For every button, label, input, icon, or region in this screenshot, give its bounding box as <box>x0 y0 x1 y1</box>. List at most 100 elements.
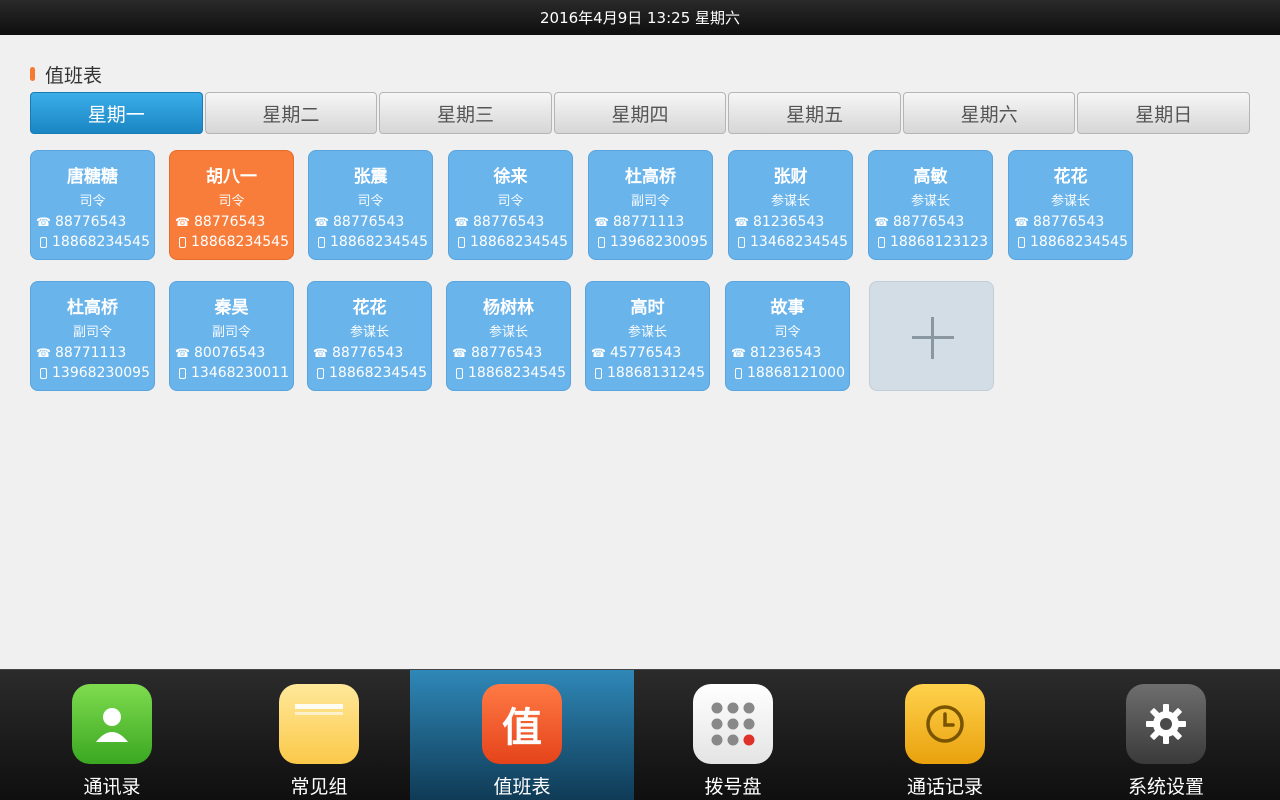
mobile-icon <box>595 367 602 379</box>
dock-groups[interactable]: 常见组 <box>207 670 431 800</box>
card-phone-line: ☎ 80076543 <box>175 345 265 361</box>
phone-icon: ☎ <box>454 215 469 229</box>
duty-card[interactable]: 杜高桥 副司令 ☎ 88771113 13968230095 <box>30 281 155 391</box>
dock-duty[interactable]: 值 值班表 <box>410 670 634 800</box>
card-mobile: 18868234545 <box>468 365 566 381</box>
duty-card[interactable]: 徐来 司令 ☎ 88776543 18868234545 <box>448 150 573 260</box>
card-phone: 81236543 <box>750 345 822 361</box>
clock-icon <box>905 684 985 764</box>
card-role: 副司令 <box>211 325 251 340</box>
mobile-icon <box>317 367 324 379</box>
dock-settings[interactable]: 系统设置 <box>1054 670 1278 800</box>
mobile-icon <box>735 367 742 379</box>
card-role: 司令 <box>497 194 524 209</box>
phone-icon: ☎ <box>594 215 609 229</box>
mobile-icon <box>738 236 745 248</box>
card-name: 花花 <box>1053 167 1088 187</box>
dock-call-history[interactable]: 通话记录 <box>833 670 1057 800</box>
card-mobile-line: 18868234545 <box>452 365 566 381</box>
mobile-icon <box>179 236 186 248</box>
plus-icon <box>931 317 934 359</box>
card-name: 高时 <box>630 298 665 318</box>
duty-card[interactable]: 张震 司令 ☎ 88776543 18868234545 <box>308 150 433 260</box>
card-role: 参谋长 <box>488 325 528 340</box>
page-title: 值班表 <box>45 64 103 87</box>
card-mobile: 18868121000 <box>747 365 845 381</box>
card-phone: 80076543 <box>194 345 266 361</box>
card-phone-line: ☎ 88776543 <box>452 345 542 361</box>
card-name: 杨树林 <box>483 298 534 318</box>
mobile-icon <box>318 236 325 248</box>
card-mobile-line: 18868131245 <box>591 365 705 381</box>
tab-wednesday[interactable]: 星期三 <box>379 92 552 134</box>
dock-dialpad[interactable]: 拨号盘 <box>621 670 845 800</box>
duty-card[interactable]: 高敏 参谋长 ☎ 88776543 18868123123 <box>868 150 993 260</box>
mobile-icon <box>598 236 605 248</box>
card-role: 参谋长 <box>627 325 667 340</box>
card-role: 副司令 <box>72 325 112 340</box>
card-phone-line: ☎ 88771113 <box>594 214 684 230</box>
card-phone-line: ☎ 88776543 <box>874 214 964 230</box>
duty-card[interactable]: 唐糖糖 司令 ☎ 88776543 18868234545 <box>30 150 155 260</box>
card-mobile: 18868234545 <box>470 234 568 250</box>
tab-thursday[interactable]: 星期四 <box>553 92 727 134</box>
contacts-icon <box>72 684 152 764</box>
card-phone-line: ☎ 81236543 <box>731 345 821 361</box>
card-mobile-line: 13968230095 <box>594 234 708 250</box>
mobile-icon <box>40 236 47 248</box>
card-role: 参谋长 <box>910 194 950 209</box>
card-mobile: 18868234545 <box>191 234 289 250</box>
card-phone: 88776543 <box>473 214 545 230</box>
dock-label: 系统设置 <box>1127 776 1204 798</box>
card-mobile-line: 18868234545 <box>175 234 289 250</box>
card-mobile: 13468230011 <box>191 365 289 381</box>
tab-monday[interactable]: 星期一 <box>30 92 203 134</box>
card-name: 张震 <box>353 167 388 187</box>
phone-icon: ☎ <box>36 215 51 229</box>
card-name: 花花 <box>352 298 387 318</box>
mobile-icon <box>40 367 47 379</box>
status-datetime: 2016年4月9日 13:25 星期六 <box>539 9 741 27</box>
dock-contacts[interactable]: 通讯录 <box>0 670 224 800</box>
duty-card[interactable]: 故事 司令 ☎ 81236543 18868121000 <box>725 281 850 391</box>
tab-friday[interactable]: 星期五 <box>728 92 901 134</box>
duty-card[interactable]: 花花 参谋长 ☎ 88776543 18868234545 <box>307 281 432 391</box>
dock-label: 常见组 <box>290 776 348 798</box>
duty-card[interactable]: 高时 参谋长 ☎ 45776543 18868131245 <box>585 281 710 391</box>
duty-card[interactable]: 杜高桥 副司令 ☎ 88771113 13968230095 <box>588 150 713 260</box>
duty-card[interactable]: 胡八一 司令 ☎ 88776543 18868234545 <box>169 150 294 260</box>
duty-card[interactable]: 花花 参谋长 ☎ 88776543 18868234545 <box>1008 150 1133 260</box>
card-role: 参谋长 <box>349 325 389 340</box>
gear-icon <box>1126 684 1206 764</box>
phone-icon: ☎ <box>175 215 190 229</box>
mobile-icon <box>878 236 885 248</box>
card-role: 司令 <box>357 194 384 209</box>
phone-icon: ☎ <box>313 346 328 360</box>
tab-tuesday[interactable]: 星期二 <box>204 92 378 134</box>
duty-card[interactable]: 秦昊 副司令 ☎ 80076543 13468230011 <box>169 281 294 391</box>
add-duty-button[interactable] <box>869 281 994 391</box>
card-phone: 88771113 <box>55 345 127 361</box>
tab-sunday[interactable]: 星期日 <box>1077 92 1251 134</box>
card-phone: 88771113 <box>613 214 685 230</box>
duty-card[interactable]: 张财 参谋长 ☎ 81236543 13468234545 <box>728 150 853 260</box>
dock-label: 拨号盘 <box>704 776 762 798</box>
dock-label: 值班表 <box>493 776 551 798</box>
card-mobile: 13468234545 <box>750 234 848 250</box>
phone-icon: ☎ <box>36 346 51 360</box>
dock-label: 通讯录 <box>83 776 141 798</box>
card-phone-line: ☎ 88776543 <box>36 214 126 230</box>
card-role: 参谋长 <box>1050 194 1090 209</box>
card-mobile-line: 18868234545 <box>454 234 568 250</box>
card-name: 杜高桥 <box>67 298 118 318</box>
duty-card[interactable]: 杨树林参谋长 ☎ 88776543 18868234545 <box>446 281 571 391</box>
mobile-icon <box>456 367 463 379</box>
phone-icon: ☎ <box>591 346 606 360</box>
title-marker <box>30 67 35 81</box>
tab-saturday[interactable]: 星期六 <box>902 92 1076 134</box>
card-mobile-line: 18868123123 <box>874 234 988 250</box>
phone-icon: ☎ <box>731 346 746 360</box>
card-name: 杜高桥 <box>625 167 676 187</box>
card-mobile-line: 18868121000 <box>731 365 845 381</box>
card-role: 参谋长 <box>770 194 810 209</box>
